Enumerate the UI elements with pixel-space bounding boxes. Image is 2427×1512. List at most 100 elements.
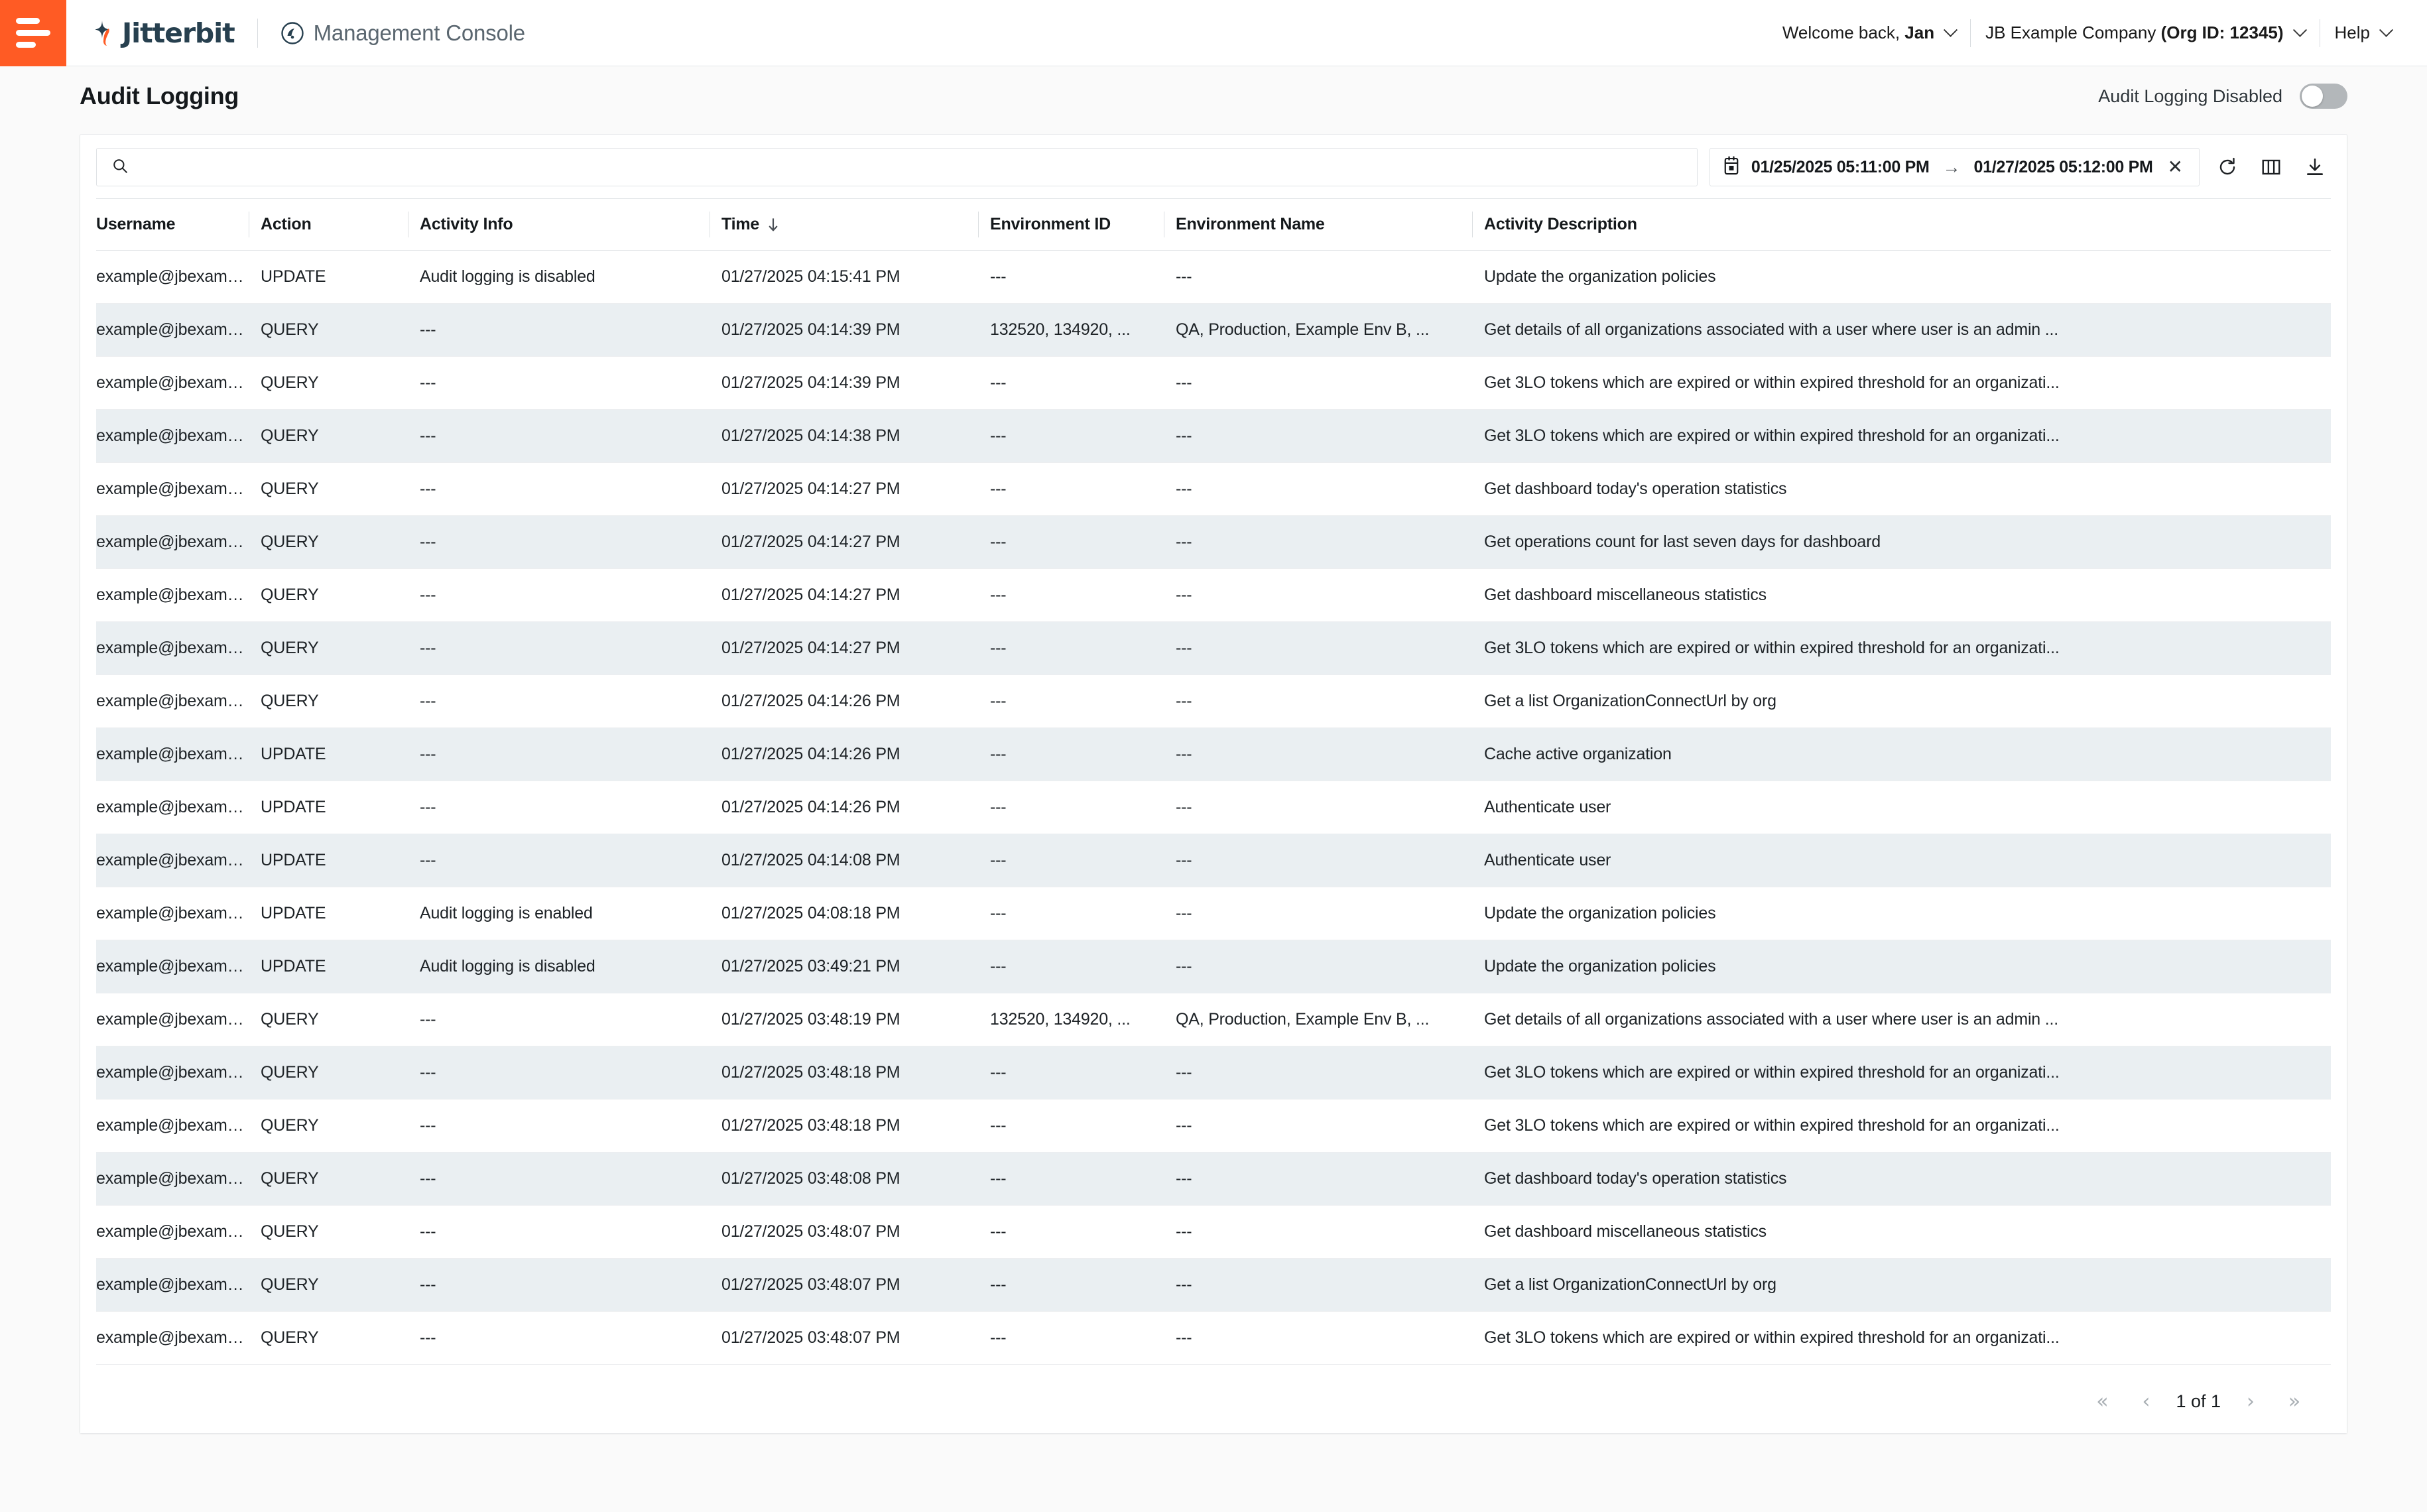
hamburger-menu-icon[interactable]: [0, 0, 66, 66]
cell-username: example@jbexample.com: [96, 1152, 249, 1206]
download-button[interactable]: [2299, 151, 2331, 183]
cell-activity-description: Get dashboard today's operation statisti…: [1472, 1152, 2331, 1206]
hamburger-line: [16, 30, 50, 36]
cell-text: example@jbexample.com: [96, 798, 249, 816]
table-row[interactable]: example@jbexample.com QUERY --- 01/27/2025 …: [96, 356, 2331, 410]
cell-text: QUERY: [261, 320, 319, 339]
user-menu[interactable]: Welcome back, Jan: [1768, 23, 1970, 43]
cell-text: 01/27/2025 03:48:18 PM: [721, 1116, 901, 1135]
cell-text: 01/27/2025 04:14:27 PM: [721, 639, 901, 657]
cell-text: QUERY: [261, 639, 319, 657]
cell-text: UPDATE: [261, 267, 326, 286]
table-pagination: « ‹ 1 of 1 › »: [80, 1370, 2347, 1433]
date-range-start[interactable]: 01/25/2025 05:11:00 PM: [1751, 158, 1930, 177]
column-header-time[interactable]: Time: [710, 198, 978, 251]
cell-text: Get details of all organizations associa…: [1484, 320, 2058, 339]
table-row[interactable]: example@jbexample.com QUERY --- 01/27/2025 …: [96, 621, 2331, 675]
cell-text: ---: [990, 479, 1007, 498]
table-row[interactable]: example@jbexample.com QUERY --- 01/27/2025 …: [96, 1311, 2331, 1365]
cell-text: ---: [420, 745, 436, 763]
cell-time: 01/27/2025 04:14:27 PM: [710, 462, 978, 516]
table-row[interactable]: example@jbexample.com QUERY --- 01/27/2025 …: [96, 1258, 2331, 1312]
table-row[interactable]: example@jbexample.com UPDATE Audit logging…: [96, 250, 2331, 304]
table-row[interactable]: example@jbexample.com QUERY --- 01/27/2025 …: [96, 568, 2331, 622]
cell-text: QUERY: [261, 1222, 319, 1241]
table-row[interactable]: example@jbexample.com UPDATE Audit logging…: [96, 940, 2331, 993]
cell-text: Get 3LO tokens which are expired or with…: [1484, 1328, 2060, 1347]
cell-text: QA, Production, Example Env B, ...: [1176, 1010, 1430, 1029]
refresh-button[interactable]: [2211, 151, 2243, 183]
previous-page-button[interactable]: ‹: [2124, 1385, 2168, 1419]
organization-menu[interactable]: JB Example Company (Org ID: 12345): [1971, 23, 2319, 43]
cell-text: ---: [420, 533, 436, 551]
audit-logging-toggle-group: Audit Logging Disabled: [2098, 84, 2347, 109]
table-row[interactable]: example@jbexample.com UPDATE --- 01/27/2025…: [96, 781, 2331, 834]
column-header-activity-description[interactable]: Activity Description: [1472, 198, 2331, 251]
cell-action: QUERY: [249, 356, 408, 410]
cell-text: 01/27/2025 03:48:18 PM: [721, 1063, 901, 1082]
table-row[interactable]: example@jbexample.com QUERY --- 01/27/2025 …: [96, 1205, 2331, 1259]
cell-text: QUERY: [261, 373, 319, 392]
cell-time: 01/27/2025 04:14:27 PM: [710, 515, 978, 569]
cell-activity-description: Get 3LO tokens which are expired or with…: [1472, 621, 2331, 675]
cell-text: 01/27/2025 03:48:07 PM: [721, 1328, 901, 1347]
table-row[interactable]: example@jbexample.com QUERY --- 01/27/2025 …: [96, 462, 2331, 516]
table-row[interactable]: example@jbexample.com UPDATE --- 01/27/2025…: [96, 727, 2331, 781]
search-input[interactable]: [138, 157, 1682, 177]
cell-text: Update the organization policies: [1484, 904, 1716, 922]
brand-area[interactable]: Jitterbit Management Console: [89, 17, 525, 49]
cell-activity-info: ---: [408, 1205, 710, 1259]
column-header-environment-name[interactable]: Environment Name: [1164, 198, 1472, 251]
cell-text: QUERY: [261, 586, 319, 604]
date-range-end[interactable]: 01/27/2025 05:12:00 PM: [1974, 158, 2153, 177]
clear-date-range-icon[interactable]: ✕: [2164, 158, 2187, 176]
cell-environment-name: ---: [1164, 1205, 1472, 1259]
column-settings-button[interactable]: [2255, 151, 2287, 183]
cell-text: ---: [990, 533, 1007, 551]
cell-environment-name: QA, Production, Example Env B, ...: [1164, 303, 1472, 357]
cell-activity-info: ---: [408, 1046, 710, 1100]
column-label: Environment Name: [1176, 215, 1325, 233]
help-menu[interactable]: Help: [2320, 23, 2406, 43]
table-row[interactable]: example@jbexample.com QUERY --- 01/27/2025 …: [96, 993, 2331, 1046]
table-row[interactable]: example@jbexample.com UPDATE --- 01/27/2025…: [96, 834, 2331, 887]
hamburger-line: [16, 18, 40, 24]
chevron-down-icon: [2292, 23, 2307, 37]
column-header-username[interactable]: Username: [96, 198, 249, 251]
last-page-button[interactable]: »: [2272, 1385, 2316, 1419]
table-row[interactable]: example@jbexample.com QUERY --- 01/27/2025 …: [96, 1099, 2331, 1153]
cell-text: example@jbexample.com: [96, 1116, 249, 1135]
column-header-activity-info[interactable]: Activity Info: [408, 198, 710, 251]
cell-text: ---: [990, 1063, 1007, 1082]
cell-environment-name: QA, Production, Example Env B, ...: [1164, 993, 1472, 1046]
cell-text: Get details of all organizations associa…: [1484, 1010, 2058, 1029]
cell-text: UPDATE: [261, 904, 326, 922]
cell-username: example@jbexample.com: [96, 1311, 249, 1365]
cell-action: QUERY: [249, 1258, 408, 1312]
next-page-button[interactable]: ›: [2229, 1385, 2272, 1419]
first-page-button[interactable]: «: [2080, 1385, 2124, 1419]
help-label: Help: [2334, 23, 2370, 42]
column-header-action[interactable]: Action: [249, 198, 408, 251]
cell-text: Get dashboard miscellaneous statistics: [1484, 586, 1767, 604]
date-range-picker[interactable]: 01/25/2025 05:11:00 PM → 01/27/2025 05:1…: [1709, 148, 2200, 186]
cell-text: example@jbexample.com: [96, 1063, 249, 1082]
calendar-icon[interactable]: [1722, 156, 1741, 179]
cell-text: 132520, 134920, ...: [990, 1010, 1131, 1029]
table-header: Username Action Activity Info Time Envir…: [96, 198, 2331, 251]
audit-logging-toggle[interactable]: [2300, 84, 2347, 109]
cell-username: example@jbexample.com: [96, 356, 249, 410]
column-header-environment-id[interactable]: Environment ID: [978, 198, 1164, 251]
table-row[interactable]: example@jbexample.com UPDATE Audit logging…: [96, 887, 2331, 940]
table-row[interactable]: example@jbexample.com QUERY --- 01/27/2025 …: [96, 409, 2331, 463]
table-row[interactable]: example@jbexample.com QUERY --- 01/27/2025 …: [96, 1046, 2331, 1100]
table-row[interactable]: example@jbexample.com QUERY --- 01/27/2025 …: [96, 674, 2331, 728]
cell-text: Get operations count for last seven days…: [1484, 533, 1881, 551]
search-box[interactable]: [96, 148, 1698, 186]
table-row[interactable]: example@jbexample.com QUERY --- 01/27/2025 …: [96, 303, 2331, 357]
table-row[interactable]: example@jbexample.com QUERY --- 01/27/2025 …: [96, 515, 2331, 569]
table-row[interactable]: example@jbexample.com QUERY --- 01/27/2025 …: [96, 1152, 2331, 1206]
cell-action: QUERY: [249, 568, 408, 622]
cell-activity-info: ---: [408, 462, 710, 516]
table-toolbar: 01/25/2025 05:11:00 PM → 01/27/2025 05:1…: [80, 135, 2347, 198]
